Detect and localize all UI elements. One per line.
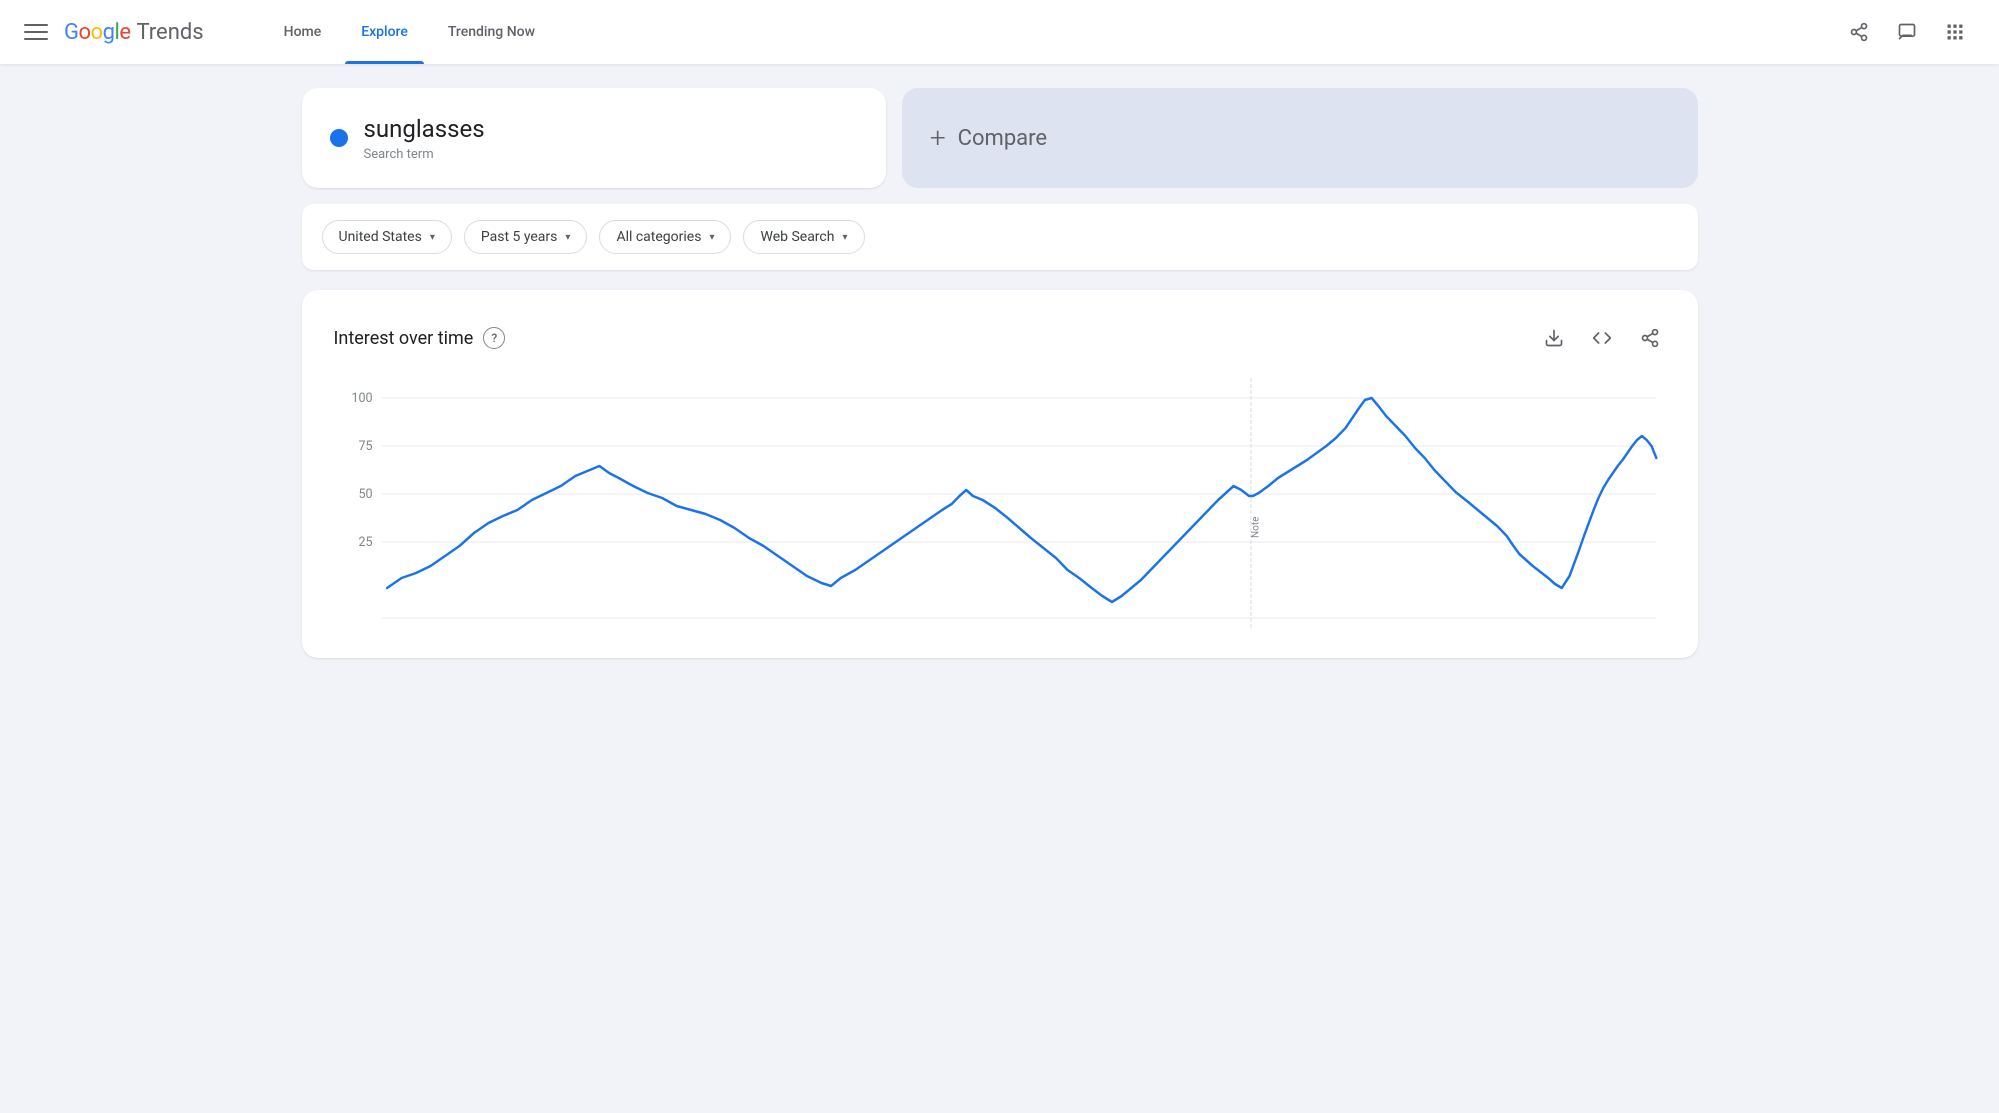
embed-icon bbox=[1592, 328, 1612, 348]
help-icon-button[interactable]: ? bbox=[483, 327, 505, 349]
trends-wordmark: Trends bbox=[136, 20, 203, 45]
interest-over-time-chart: 100 75 50 25 Note bbox=[334, 378, 1666, 638]
search-card-text: sunglasses Search term bbox=[364, 114, 485, 162]
compare-plus-icon: + bbox=[930, 124, 946, 152]
filters-row: United States ▾ Past 5 years ▾ All categ… bbox=[302, 204, 1698, 270]
main-nav: Home Explore Trending Now bbox=[268, 0, 551, 64]
feedback-icon bbox=[1897, 22, 1917, 42]
feedback-icon-button[interactable] bbox=[1887, 12, 1927, 52]
header-left: Google Trends Home Explore Trending Now bbox=[24, 0, 551, 64]
svg-text:100: 100 bbox=[351, 391, 372, 406]
google-trends-logo[interactable]: Google Trends bbox=[64, 20, 204, 45]
svg-text:50: 50 bbox=[358, 487, 372, 502]
time-filter[interactable]: Past 5 years ▾ bbox=[464, 220, 588, 254]
share-icon bbox=[1849, 22, 1869, 42]
svg-text:75: 75 bbox=[358, 439, 372, 454]
compare-label: Compare bbox=[958, 126, 1047, 151]
apps-icon-button[interactable] bbox=[1935, 12, 1975, 52]
time-filter-label: Past 5 years bbox=[481, 229, 558, 245]
chart-header: Interest over time ? bbox=[334, 322, 1666, 354]
share-chart-icon bbox=[1640, 328, 1660, 348]
header-right bbox=[1839, 12, 1975, 52]
embed-button[interactable] bbox=[1586, 322, 1618, 354]
search-cards-row: sunglasses Search term + Compare bbox=[302, 88, 1698, 188]
search-term-type: Search term bbox=[364, 147, 485, 162]
compare-card[interactable]: + Compare bbox=[902, 88, 1698, 188]
google-wordmark: Google bbox=[64, 20, 130, 45]
svg-text:Note: Note bbox=[1250, 517, 1261, 538]
svg-text:25: 25 bbox=[358, 535, 372, 550]
search-term-name: sunglasses bbox=[364, 114, 485, 145]
main-content: sunglasses Search term + Compare United … bbox=[270, 64, 1730, 682]
header: Google Trends Home Explore Trending Now bbox=[0, 0, 1999, 64]
search-term-card: sunglasses Search term bbox=[302, 88, 886, 188]
hamburger-menu-icon[interactable] bbox=[24, 20, 48, 44]
chart-title-group: Interest over time ? bbox=[334, 327, 506, 349]
category-filter-chevron: ▾ bbox=[709, 232, 714, 243]
nav-item-explore[interactable]: Explore bbox=[345, 0, 424, 64]
region-filter-label: United States bbox=[339, 229, 422, 245]
chart-title: Interest over time bbox=[334, 328, 474, 349]
download-button[interactable] bbox=[1538, 322, 1570, 354]
nav-item-trending[interactable]: Trending Now bbox=[432, 0, 551, 64]
category-filter[interactable]: All categories ▾ bbox=[599, 220, 731, 254]
help-question-mark: ? bbox=[491, 331, 497, 345]
search-type-filter-label: Web Search bbox=[760, 229, 834, 245]
share-icon-button[interactable] bbox=[1839, 12, 1879, 52]
nav-item-home[interactable]: Home bbox=[268, 0, 338, 64]
apps-icon bbox=[1945, 22, 1965, 42]
share-chart-button[interactable] bbox=[1634, 322, 1666, 354]
download-icon bbox=[1544, 328, 1564, 348]
chart-card: Interest over time ? bbox=[302, 290, 1698, 658]
chart-actions bbox=[1538, 322, 1666, 354]
category-filter-label: All categories bbox=[616, 229, 701, 245]
region-filter[interactable]: United States ▾ bbox=[322, 220, 452, 254]
search-term-dot bbox=[330, 129, 348, 147]
search-type-filter[interactable]: Web Search ▾ bbox=[743, 220, 864, 254]
time-filter-chevron: ▾ bbox=[565, 232, 570, 243]
chart-area: 100 75 50 25 Note bbox=[334, 378, 1666, 638]
region-filter-chevron: ▾ bbox=[430, 232, 435, 243]
search-type-filter-chevron: ▾ bbox=[842, 232, 847, 243]
